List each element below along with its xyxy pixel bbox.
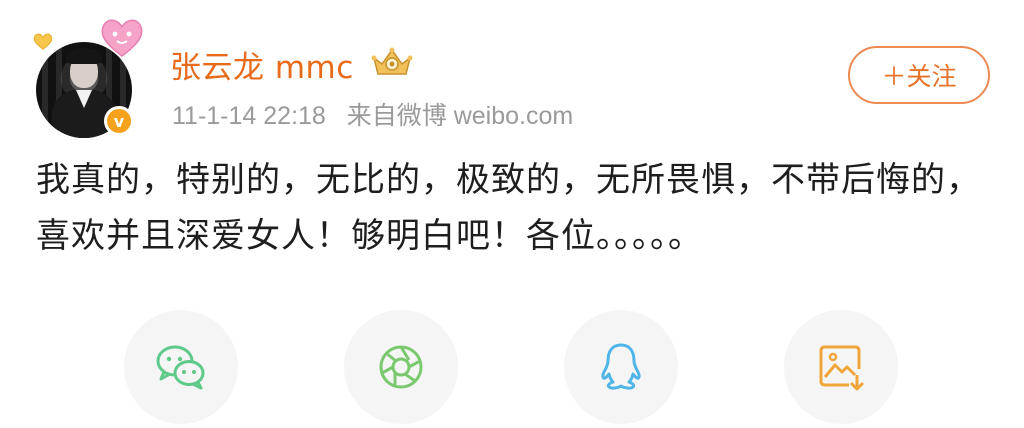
share-wechat-button[interactable]	[124, 310, 238, 424]
verified-badge: v	[104, 106, 134, 136]
share-qq-button[interactable]	[564, 310, 678, 424]
save-image-icon	[819, 345, 865, 391]
save-image-button[interactable]	[784, 310, 898, 424]
follow-button[interactable]: ＋关注	[848, 46, 990, 104]
share-moments-button[interactable]	[344, 310, 458, 424]
crown-badge-icon	[371, 47, 413, 75]
post-text: 我真的，特别的，无比的，极致的，无所畏惧，不带后悔的，喜欢并且深爱女人！够明白吧…	[36, 160, 981, 256]
avatar-group[interactable]: v	[32, 14, 150, 138]
qq-icon	[601, 343, 641, 390]
post-timestamp: 11-1-14 22:18	[172, 102, 326, 130]
wechat-icon	[156, 345, 205, 390]
post-source[interactable]: 来自微博 weibo.com	[347, 102, 573, 130]
moments-icon	[379, 345, 423, 389]
username[interactable]: 张云龙 mmc	[170, 42, 354, 87]
post-meta: 11-1-14 22:18 来自微博 weibo.com	[172, 96, 587, 132]
